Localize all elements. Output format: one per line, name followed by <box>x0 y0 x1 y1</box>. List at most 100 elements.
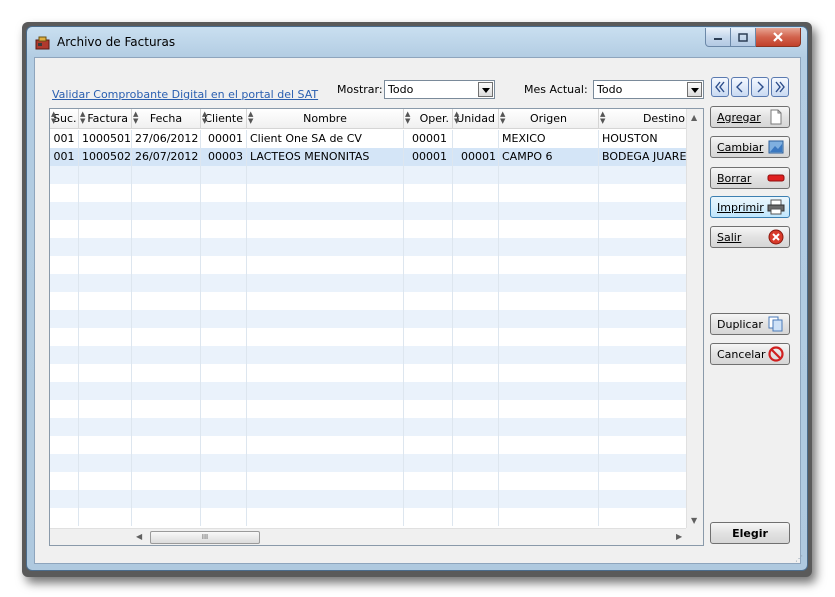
empty-table-cell <box>499 166 599 184</box>
empty-table-cell <box>599 166 687 184</box>
empty-table-cell <box>247 256 404 274</box>
chevron-down-icon[interactable] <box>687 82 702 97</box>
salir-button[interactable]: Salir <box>710 226 790 248</box>
first-page-button[interactable] <box>711 77 729 97</box>
horizontal-scroll-thumb[interactable]: III <box>150 531 260 544</box>
empty-table-cell <box>201 454 247 472</box>
empty-table-cell <box>79 184 132 202</box>
empty-table-cell <box>201 292 247 310</box>
sat-validation-link[interactable]: Validar Comprobante Digital en el portal… <box>52 88 318 101</box>
last-page-icon <box>775 81 785 93</box>
close-button[interactable] <box>756 28 801 47</box>
sort-icon: ▲ ▼ <box>202 110 208 125</box>
empty-table-row <box>50 166 687 184</box>
column-header-nombre[interactable]: ▲ ▼ Nombre <box>247 109 404 129</box>
empty-table-row <box>50 202 687 220</box>
table-cell: 26/07/2012 <box>132 148 201 166</box>
empty-table-row <box>50 310 687 328</box>
column-header-cliente[interactable]: ▲ ▼ Cliente <box>201 109 247 129</box>
empty-table-cell <box>132 202 201 220</box>
minimize-icon <box>714 38 722 40</box>
mes-actual-select[interactable]: Todo <box>593 80 704 99</box>
empty-table-cell <box>79 292 132 310</box>
empty-table-cell <box>453 238 499 256</box>
empty-table-cell <box>453 202 499 220</box>
column-header-suc[interactable]: ▲ ▼ Suc. <box>50 109 79 129</box>
empty-table-row <box>50 346 687 364</box>
app-icon <box>35 36 51 50</box>
empty-table-cell <box>453 400 499 418</box>
table-cell: 00001 <box>201 130 247 148</box>
empty-table-cell <box>79 436 132 454</box>
empty-table-cell <box>453 436 499 454</box>
resize-grip-icon[interactable]: ⋰ <box>795 554 803 563</box>
previous-page-button[interactable] <box>731 77 749 97</box>
empty-table-cell <box>404 274 453 292</box>
empty-table-cell <box>404 382 453 400</box>
mostrar-select[interactable]: Todo <box>384 80 495 99</box>
column-header-unidad[interactable]: ▲ ▼ Unidad <box>453 109 499 129</box>
empty-table-cell <box>404 364 453 382</box>
empty-table-cell <box>79 202 132 220</box>
duplicate-icon <box>767 316 785 332</box>
column-header-factura[interactable]: ▲ ▼ Factura <box>79 109 132 129</box>
empty-table-cell <box>247 238 404 256</box>
empty-table-cell <box>50 418 79 436</box>
agregar-button[interactable]: Agregar <box>710 106 790 128</box>
table-row[interactable]: 001 1000501 27/06/2012 00001 Client One … <box>50 130 687 148</box>
vertical-scrollbar[interactable]: ▲ ▼ <box>686 109 703 529</box>
empty-table-cell <box>599 184 687 202</box>
empty-table-cell <box>79 256 132 274</box>
empty-table-cell <box>599 454 687 472</box>
minimize-button[interactable] <box>705 28 731 47</box>
empty-table-cell <box>404 238 453 256</box>
empty-table-cell <box>453 382 499 400</box>
empty-table-cell <box>50 184 79 202</box>
empty-table-cell <box>247 490 404 508</box>
column-header-destino[interactable]: ▲ ▼ Destino <box>599 109 688 129</box>
empty-table-cell <box>50 220 79 238</box>
horizontal-scrollbar[interactable]: ◀ III ▶ <box>50 528 690 545</box>
title-bar[interactable]: Archivo de Facturas <box>27 27 807 55</box>
table-cell: 1000502 <box>79 148 132 166</box>
table-cell: 00001 <box>453 148 499 166</box>
empty-table-cell <box>201 490 247 508</box>
empty-table-row <box>50 472 687 490</box>
last-page-button[interactable] <box>771 77 789 97</box>
table-cell: 00001 <box>404 130 453 148</box>
empty-table-cell <box>404 310 453 328</box>
mes-actual-select-value: Todo <box>597 83 623 96</box>
empty-table-cell <box>499 490 599 508</box>
duplicar-button[interactable]: Duplicar <box>710 313 790 335</box>
scroll-right-icon[interactable]: ▶ <box>676 532 682 541</box>
invoices-table[interactable]: ▲ ▼ Suc. ▲ ▼ Factura ▲ ▼ Fecha ▲ ▼ Cliente ▲ ▼ Nom… <box>49 108 704 546</box>
column-header-fecha[interactable]: ▲ ▼ Fecha <box>132 109 201 129</box>
empty-table-cell <box>599 328 687 346</box>
scroll-up-icon[interactable]: ▲ <box>691 113 697 122</box>
empty-table-cell <box>132 238 201 256</box>
cancelar-button[interactable]: Cancelar <box>710 343 790 365</box>
empty-table-cell <box>499 202 599 220</box>
empty-table-cell <box>247 364 404 382</box>
empty-table-cell <box>453 418 499 436</box>
imprimir-button[interactable]: Imprimir <box>710 196 790 218</box>
elegir-button[interactable]: Elegir <box>710 522 790 544</box>
table-row[interactable]: 001 1000502 26/07/2012 00003 LACTEOS MEN… <box>50 148 687 166</box>
scroll-left-icon[interactable]: ◀ <box>136 532 142 541</box>
next-page-button[interactable] <box>751 77 769 97</box>
empty-table-cell <box>247 274 404 292</box>
empty-table-cell <box>247 400 404 418</box>
table-cell: LACTEOS MENONITAS <box>247 148 404 166</box>
scroll-down-icon[interactable]: ▼ <box>691 516 697 525</box>
empty-table-cell <box>132 436 201 454</box>
table-header: ▲ ▼ Suc. ▲ ▼ Factura ▲ ▼ Fecha ▲ ▼ Cliente ▲ ▼ Nom… <box>50 109 688 129</box>
sort-icon: ▲ ▼ <box>600 110 606 125</box>
empty-table-cell <box>132 292 201 310</box>
chevron-down-icon[interactable] <box>478 82 493 97</box>
table-body: 001 1000501 27/06/2012 00001 Client One … <box>50 130 687 526</box>
column-header-oper[interactable]: ▲ ▼ Oper. <box>404 109 453 129</box>
column-header-origen[interactable]: ▲ ▼ Origen <box>499 109 599 129</box>
borrar-button[interactable]: Borrar <box>710 167 790 189</box>
maximize-button[interactable] <box>731 28 756 47</box>
cambiar-button[interactable]: Cambiar <box>710 136 790 158</box>
